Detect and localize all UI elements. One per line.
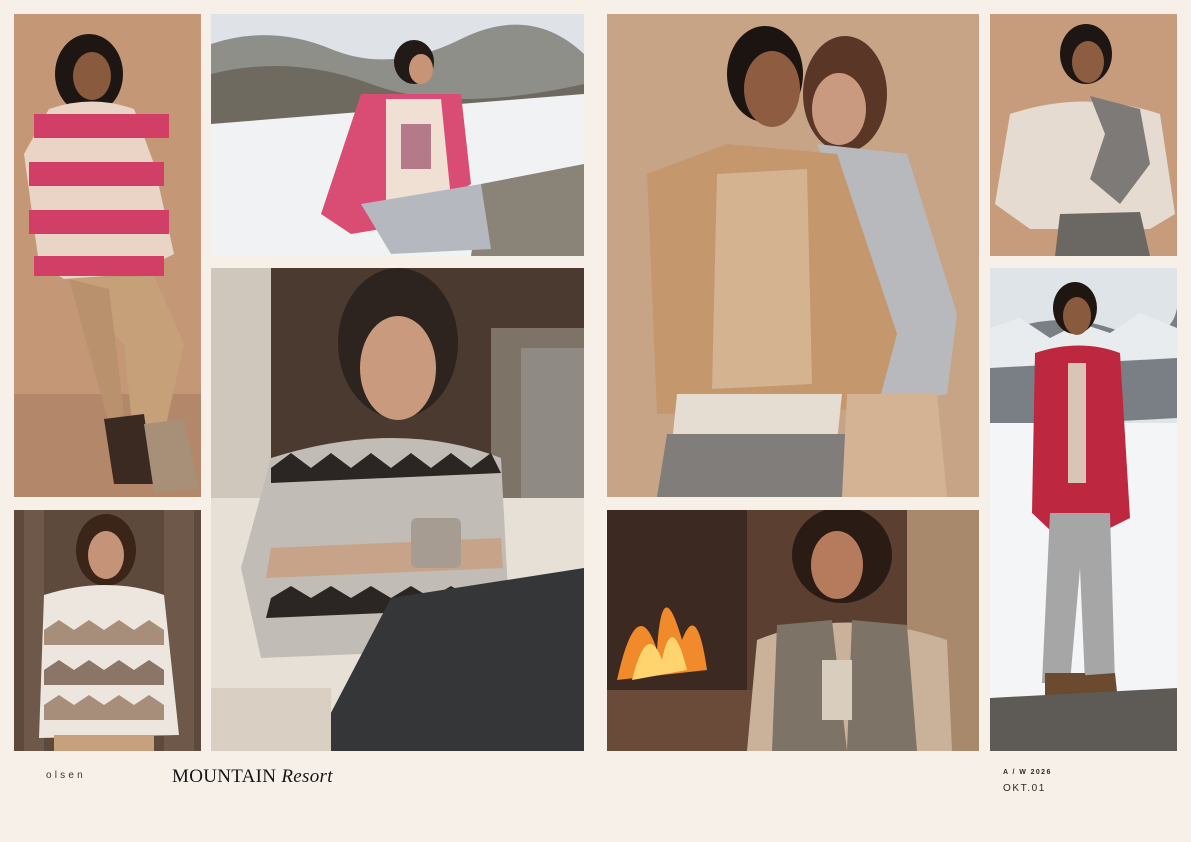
photo-woman-knit-cardigan — [14, 510, 201, 751]
photo-woman-fairisle-sweater — [211, 268, 584, 751]
brand-wordmark: olsen — [46, 770, 86, 781]
collection-title-main: MOUNTAIN — [172, 766, 277, 787]
photo-woman-snow-jacket — [211, 14, 584, 256]
photo-two-women-suede-jacket — [607, 14, 979, 497]
collection-title: MOUNTAIN Resort — [172, 766, 333, 788]
collection-title-script: Resort — [281, 766, 333, 787]
photo-woman-fireplace-vest — [607, 510, 979, 751]
season-label: A / W 2026 — [1003, 769, 1052, 776]
photo-woman-colorblock-sweater — [990, 14, 1177, 256]
photo-woman-striped-sweater — [14, 14, 201, 497]
photo-woman-red-jacket-lake — [990, 268, 1177, 751]
issue-label: OKT.01 — [1003, 783, 1046, 794]
